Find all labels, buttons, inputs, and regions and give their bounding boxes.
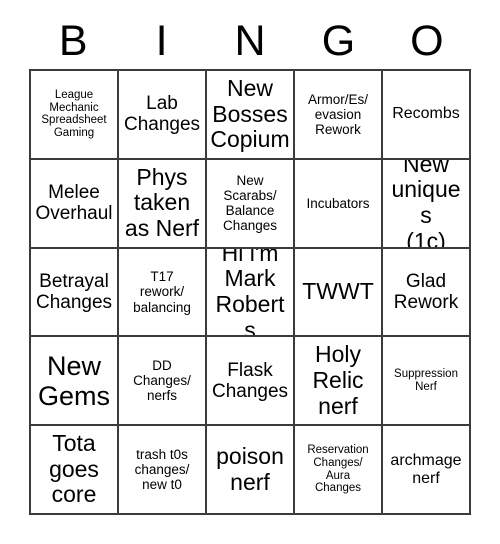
bingo-cell-r2c2[interactable]: Phys taken as Nerf: [119, 159, 207, 249]
bingo-header-row: B I N G O: [29, 14, 471, 69]
bingo-cell-label: Reservation Changes/ Aura Changes: [307, 443, 369, 495]
bingo-cell-label: Glad Rework: [393, 270, 459, 313]
bingo-cell-label: New uniques (1c): [391, 159, 461, 249]
bingo-cell-label: Incubators: [306, 195, 370, 211]
bingo-cell-label: Melee Overhaul: [35, 181, 113, 225]
bingo-cell-r2c4[interactable]: Incubators: [295, 159, 383, 249]
bingo-cell-label: TWWT: [302, 278, 374, 305]
bingo-cell-r4c3[interactable]: Flask Changes: [207, 337, 295, 427]
bingo-cell-r5c4[interactable]: Reservation Changes/ Aura Changes: [295, 426, 383, 515]
bingo-cell-label: Armor/Es/ evasion Rework: [307, 91, 368, 137]
bingo-cell-r1c2[interactable]: Lab Changes: [119, 71, 207, 160]
bingo-cell-r3c3[interactable]: Hi i'm Mark Roberts: [207, 248, 295, 338]
bingo-cell-r1c4[interactable]: Armor/Es/ evasion Rework: [295, 71, 383, 160]
bingo-cell-r3c5[interactable]: Glad Rework: [383, 248, 471, 338]
bingo-cell-label: Hi i'm Mark Roberts: [215, 248, 285, 338]
bingo-cell-r1c1[interactable]: League Mechanic Spreadsheet Gaming: [31, 71, 119, 160]
bingo-cell-r5c3[interactable]: poison nerf: [207, 426, 295, 515]
bingo-cell-label: Flask Changes: [211, 359, 289, 402]
bingo-header-letter-g: G: [321, 17, 356, 65]
bingo-cell-r3c1[interactable]: Betrayal Changes: [31, 248, 119, 338]
bingo-cell-label: Holy Relic nerf: [312, 341, 364, 419]
bingo-cell-r4c2[interactable]: DD Changes/ nerfs: [119, 337, 207, 427]
bingo-cell-label: trash t0s changes/ new t0: [134, 446, 190, 493]
bingo-cell-label: New Gems: [37, 350, 110, 411]
bingo-cell-r5c2[interactable]: trash t0s changes/ new t0: [119, 426, 207, 515]
bingo-cell-r5c1[interactable]: Tota goes core: [31, 426, 119, 515]
bingo-cell-label: archmage nerf: [390, 451, 462, 487]
bingo-header-letter-i: I: [155, 17, 168, 65]
bingo-card: B I N G O League Mechanic Spreadsheet Ga…: [0, 0, 500, 544]
bingo-cell-r4c1[interactable]: New Gems: [31, 337, 119, 427]
bingo-cell-label: Phys taken as Nerf: [124, 163, 200, 242]
bingo-header-letter-o: O: [410, 17, 444, 65]
bingo-grid: League Mechanic Spreadsheet Gaming Lab C…: [29, 69, 471, 515]
bingo-cell-label: Recombs: [392, 105, 460, 123]
bingo-cell-label: poison nerf: [216, 442, 284, 495]
bingo-cell-r1c3[interactable]: New Bosses Copium: [207, 71, 295, 160]
bingo-cell-r1c5[interactable]: Recombs: [383, 71, 471, 160]
bingo-cell-r2c3[interactable]: New Scarabs/ Balance Changes: [207, 159, 295, 249]
bingo-cell-r4c5[interactable]: Suppression Nerf: [383, 337, 471, 427]
bingo-cell-label: T17 rework/ balancing: [133, 269, 191, 315]
bingo-cell-r2c5[interactable]: New uniques (1c): [383, 159, 471, 249]
bingo-cell-r2c1[interactable]: Melee Overhaul: [31, 159, 119, 249]
bingo-header-letter-n: N: [234, 17, 266, 65]
bingo-cell-r4c4[interactable]: Holy Relic nerf: [295, 337, 383, 427]
bingo-cell-label: Betrayal Changes: [35, 270, 113, 313]
bingo-cell-label: DD Changes/ nerfs: [133, 358, 191, 404]
bingo-cell-r3c2[interactable]: T17 rework/ balancing: [119, 248, 207, 338]
bingo-cell-label: New Scarabs/ Balance Changes: [222, 172, 278, 234]
bingo-header-letter-b: B: [58, 17, 88, 65]
bingo-cell-label: Tota goes core: [49, 429, 99, 508]
bingo-cell-label: Lab Changes: [123, 93, 201, 136]
bingo-cell-r3c4[interactable]: TWWT: [295, 248, 383, 338]
bingo-cell-label: New Bosses Copium: [210, 74, 290, 153]
bingo-cell-r5c5[interactable]: archmage nerf: [383, 426, 471, 515]
bingo-cell-label: League Mechanic Spreadsheet Gaming: [41, 88, 107, 140]
bingo-cell-label: Suppression Nerf: [394, 367, 458, 393]
